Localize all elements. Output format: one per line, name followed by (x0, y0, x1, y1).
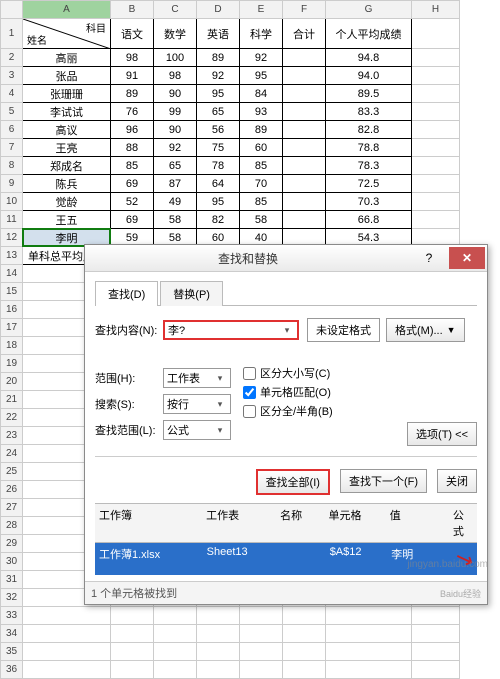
row-header[interactable]: 10 (1, 193, 23, 211)
cell[interactable]: 张品 (23, 67, 111, 85)
row-header[interactable]: 36 (1, 661, 23, 679)
close-button[interactable]: 关闭 (437, 469, 477, 493)
row-header[interactable]: 13 (1, 247, 23, 265)
row-header[interactable]: 34 (1, 625, 23, 643)
col-header-B[interactable]: B (111, 1, 154, 19)
cell[interactable]: 王五 (23, 211, 111, 229)
results-header[interactable]: 工作簿工作表名称单元格值公式 (95, 503, 477, 543)
diagonal-header[interactable]: 科目 姓名 (23, 19, 111, 49)
row-header[interactable]: 24 (1, 445, 23, 463)
chevron-down-icon[interactable]: ▾ (280, 325, 294, 336)
row-header[interactable]: 4 (1, 85, 23, 103)
header-cell[interactable]: 个人平均成绩 (326, 19, 412, 49)
row-header[interactable]: 22 (1, 409, 23, 427)
match-case-checkbox[interactable]: 区分大小写(C) (243, 365, 333, 381)
header-cell[interactable]: 语文 (111, 19, 154, 49)
match-width-checkbox[interactable]: 区分全/半角(B) (243, 403, 333, 419)
corner-cell[interactable] (1, 1, 23, 19)
help-button[interactable]: ? (411, 247, 447, 269)
col-header-C[interactable]: C (154, 1, 197, 19)
row-header[interactable]: 32 (1, 589, 23, 607)
cell[interactable]: 陈兵 (23, 175, 111, 193)
row-header[interactable]: 2 (1, 49, 23, 67)
row-header[interactable]: 26 (1, 481, 23, 499)
find-replace-dialog: 查找和替换 ? ✕ 查找(D) 替换(P) 查找内容(N): 李?▾ 未设定格式… (84, 244, 488, 605)
find-all-button[interactable]: 查找全部(I) (256, 469, 330, 495)
watermark: jingyan.baidu.com (407, 559, 488, 570)
row-header[interactable]: 6 (1, 121, 23, 139)
header-cell[interactable]: 合计 (283, 19, 326, 49)
row-header[interactable]: 15 (1, 283, 23, 301)
tab-find[interactable]: 查找(D) (95, 281, 158, 306)
row-header[interactable]: 5 (1, 103, 23, 121)
row-header[interactable]: 12 (1, 229, 23, 247)
close-icon[interactable]: ✕ (449, 247, 485, 269)
row-header[interactable]: 25 (1, 463, 23, 481)
col-header-F[interactable]: F (283, 1, 326, 19)
col-header-G[interactable]: G (326, 1, 412, 19)
row-header[interactable]: 14 (1, 265, 23, 283)
row-header[interactable]: 23 (1, 427, 23, 445)
cell[interactable]: 郑成名 (23, 157, 111, 175)
cell[interactable]: 高丽 (23, 49, 111, 67)
row-header[interactable]: 30 (1, 553, 23, 571)
find-input[interactable]: 李?▾ (163, 320, 299, 340)
col-header-H[interactable]: H (412, 1, 460, 19)
row-header[interactable]: 7 (1, 139, 23, 157)
row-header[interactable]: 3 (1, 67, 23, 85)
cell[interactable]: 李试试 (23, 103, 111, 121)
col-header-D[interactable]: D (197, 1, 240, 19)
row-header[interactable]: 31 (1, 571, 23, 589)
row-header[interactable]: 19 (1, 355, 23, 373)
row-header[interactable]: 33 (1, 607, 23, 625)
tab-replace[interactable]: 替换(P) (160, 281, 223, 306)
cell[interactable]: 王亮 (23, 139, 111, 157)
row-header[interactable]: 16 (1, 301, 23, 319)
header-cell[interactable]: 数学 (154, 19, 197, 49)
search-select[interactable]: 按行▾ (163, 394, 231, 414)
row-header[interactable]: 9 (1, 175, 23, 193)
cell[interactable]: 高议 (23, 121, 111, 139)
row-header[interactable]: 29 (1, 535, 23, 553)
row-header[interactable]: 27 (1, 499, 23, 517)
col-header-A[interactable]: A (23, 1, 111, 19)
dialog-title: 查找和替换 (85, 250, 411, 267)
row-header[interactable]: 20 (1, 373, 23, 391)
row-header[interactable]: 11 (1, 211, 23, 229)
row-header[interactable]: 1 (1, 19, 23, 49)
match-cell-checkbox[interactable]: 单元格匹配(O) (243, 384, 333, 400)
no-format-label: 未设定格式 (307, 318, 380, 342)
row-header[interactable]: 28 (1, 517, 23, 535)
format-button[interactable]: 格式(M)...▼ (386, 318, 465, 342)
options-button[interactable]: 选项(T) << (407, 422, 477, 446)
find-label: 查找内容(N): (95, 322, 163, 338)
row-header[interactable]: 21 (1, 391, 23, 409)
cell[interactable]: 觉龄 (23, 193, 111, 211)
scope-select[interactable]: 工作表▾ (163, 368, 231, 388)
dialog-status: 1 个单元格被找到 Baidu经验 (85, 581, 487, 604)
cell[interactable]: 张珊珊 (23, 85, 111, 103)
header-cell[interactable]: 英语 (197, 19, 240, 49)
lookin-select[interactable]: 公式▾ (163, 420, 231, 440)
dialog-titlebar[interactable]: 查找和替换 ? ✕ (85, 245, 487, 272)
row-header[interactable]: 8 (1, 157, 23, 175)
find-next-button[interactable]: 查找下一个(F) (340, 469, 427, 493)
row-header[interactable]: 35 (1, 643, 23, 661)
row-header[interactable]: 18 (1, 337, 23, 355)
row-header[interactable]: 17 (1, 319, 23, 337)
col-header-E[interactable]: E (240, 1, 283, 19)
header-cell[interactable]: 科学 (240, 19, 283, 49)
dialog-tabs: 查找(D) 替换(P) (95, 280, 477, 306)
